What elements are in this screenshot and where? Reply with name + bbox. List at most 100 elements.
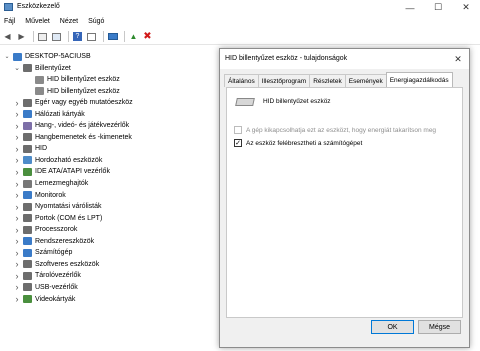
tree-item-label: Monitorok — [35, 191, 66, 199]
menu-file[interactable]: Fájl — [3, 18, 16, 25]
tab-power-management[interactable]: Energiagazdálkodás — [385, 72, 453, 87]
tree-category[interactable]: › Monitorok — [13, 190, 66, 201]
tree-category[interactable]: › Lemezmeghajtók — [13, 178, 89, 189]
device-category-icon — [23, 144, 32, 153]
chevron-right-icon[interactable]: › — [13, 294, 21, 304]
maximize-button[interactable]: ☐ — [424, 0, 452, 15]
dialog-title-bar: HID billentyűzet eszköz - tulajdonságok … — [220, 49, 469, 69]
menu-action[interactable]: Művelet — [24, 18, 51, 25]
tree-item-label: Billentyűzet — [35, 64, 71, 72]
tree-item-label: Rendszereszközök — [35, 237, 95, 245]
tree-category[interactable]: › Rendszereszközök — [13, 236, 95, 247]
chevron-right-icon[interactable]: › — [13, 121, 21, 131]
tree-category[interactable]: › IDE ATA/ATAPI vezérlők — [13, 166, 110, 177]
chevron-right-icon[interactable]: › — [13, 236, 21, 246]
dialog-title: HID billentyűzet eszköz - tulajdonságok — [225, 55, 348, 62]
allow-wake-label[interactable]: Az eszköz felébresztheti a számítógépet — [246, 140, 362, 147]
device-category-icon — [23, 283, 32, 292]
tab-driver[interactable]: Illesztőprogram — [257, 74, 311, 87]
device-category-icon — [23, 98, 32, 107]
tree-category[interactable]: ⌄ Billentyűzet — [13, 63, 71, 74]
add-driver-icon[interactable]: ▲ — [128, 31, 139, 42]
tab-general[interactable]: Általános — [224, 74, 259, 87]
toolbar-separator — [68, 31, 69, 42]
chevron-right-icon[interactable]: › — [13, 248, 21, 258]
tree-category[interactable]: › Processzorok — [13, 224, 78, 235]
chevron-right-icon[interactable]: › — [13, 259, 21, 269]
tree-item-label: Nyomtatási várólisták — [35, 203, 102, 211]
chevron-right-icon[interactable]: › — [13, 109, 21, 119]
tree-device-item[interactable]: HID billentyűzet eszköz — [35, 86, 120, 97]
device-category-icon — [23, 237, 32, 246]
cancel-button[interactable]: Mégse — [418, 320, 461, 334]
device-view-icon[interactable] — [86, 31, 97, 42]
allow-wake-option[interactable]: ✓ Az eszköz felébresztheti a számítógépe… — [234, 139, 362, 147]
tab-events[interactable]: Események — [344, 74, 387, 87]
forward-icon[interactable]: ▶ — [16, 31, 27, 42]
tree-category[interactable]: › Szoftveres eszközök — [13, 259, 100, 270]
tree-category[interactable]: › HID — [13, 143, 48, 154]
tree-category[interactable]: › Nyomtatási várólisták — [13, 201, 102, 212]
monitor-icon[interactable] — [107, 31, 118, 42]
allow-wake-checkbox[interactable]: ✓ — [234, 139, 242, 147]
tree-root-label: DESKTOP-5ACIUSB — [25, 53, 91, 60]
toolbar-separator — [103, 31, 104, 42]
chevron-right-icon[interactable]: › — [13, 132, 21, 142]
tree-category[interactable]: › Hordozható eszközök — [13, 155, 103, 166]
minimize-button[interactable]: — — [396, 0, 424, 15]
chevron-right-icon[interactable]: › — [13, 225, 21, 235]
back-icon[interactable]: ◀ — [2, 31, 13, 42]
tree-item-label: Tárolóvezérlők — [35, 272, 81, 280]
chevron-right-icon[interactable]: › — [13, 282, 21, 292]
help-icon[interactable]: ? — [72, 31, 83, 42]
tree-category[interactable]: › Egér vagy egyéb mutatóeszköz — [13, 97, 133, 108]
tree-item-label: USB-vezérlők — [35, 283, 78, 291]
chevron-right-icon[interactable]: › — [13, 155, 21, 165]
close-button[interactable]: ✕ — [452, 0, 480, 15]
tree-category[interactable]: › Hangbemenetek és -kimenetek — [13, 132, 132, 143]
tree-category[interactable]: › Hálózati kártyák — [13, 109, 85, 120]
device-category-icon — [23, 167, 32, 176]
tree-category[interactable]: › USB-vezérlők — [13, 282, 78, 293]
device-category-icon — [23, 156, 32, 165]
device-manager-icon — [4, 3, 13, 11]
uninstall-icon[interactable]: ✖ — [142, 31, 153, 42]
tree-item-label: HID billentyűzet eszköz — [47, 87, 120, 95]
chevron-down-icon[interactable]: ⌄ — [13, 64, 21, 72]
menu-view[interactable]: Nézet — [59, 18, 79, 25]
device-category-icon — [23, 110, 32, 119]
chevron-right-icon[interactable]: › — [13, 167, 21, 177]
tab-details[interactable]: Részletek — [309, 74, 346, 87]
chevron-down-icon[interactable]: ⌄ — [3, 53, 11, 61]
tree-category[interactable]: › Videokártyák — [13, 294, 76, 305]
tree-item-label: Videokártyák — [35, 295, 76, 303]
chevron-right-icon[interactable]: › — [13, 271, 21, 281]
chevron-right-icon[interactable]: › — [13, 144, 21, 154]
device-category-icon — [23, 214, 32, 223]
chevron-right-icon[interactable]: › — [13, 179, 21, 189]
menu-help[interactable]: Súgó — [87, 18, 105, 25]
tree-item-label: Processzorok — [35, 226, 78, 234]
chevron-right-icon[interactable]: › — [13, 190, 21, 200]
tree-item-label: Szoftveres eszközök — [35, 260, 100, 268]
tree-category[interactable]: › Portok (COM és LPT) — [13, 213, 103, 224]
tree-device-item[interactable]: HID billentyűzet eszköz — [35, 74, 120, 85]
tree-category[interactable]: › Tárolóvezérlők — [13, 270, 81, 281]
tree-item-label: Hálózati kártyák — [35, 110, 85, 118]
list-view-icon[interactable] — [51, 31, 62, 42]
chevron-right-icon[interactable]: › — [13, 98, 21, 108]
chevron-right-icon[interactable]: › — [13, 213, 21, 223]
tree-category[interactable]: › Hang-, videó- és játékvezérlők — [13, 120, 130, 131]
properties-icon[interactable] — [37, 31, 48, 42]
ok-button[interactable]: OK — [371, 320, 414, 334]
toolbar: ◀ ▶ ? ▲ ✖ — [0, 29, 480, 45]
tree-item-label: IDE ATA/ATAPI vezérlők — [35, 168, 110, 176]
tree-category[interactable]: › Számítógép — [13, 247, 73, 258]
device-tree: ⌄ DESKTOP-5ACIUSB ⌄ Billentyűzet HID bille… — [0, 47, 220, 347]
dialog-close-button[interactable]: ✕ — [450, 52, 466, 66]
chevron-right-icon[interactable]: › — [13, 202, 21, 212]
allow-power-off-option: A gép kikapcsolhatja ezt az eszközt, hog… — [234, 126, 436, 134]
tree-item-label: Portok (COM és LPT) — [35, 214, 103, 222]
toolbar-separator — [124, 31, 125, 42]
tree-root[interactable]: ⌄ DESKTOP-5ACIUSB — [3, 51, 91, 62]
